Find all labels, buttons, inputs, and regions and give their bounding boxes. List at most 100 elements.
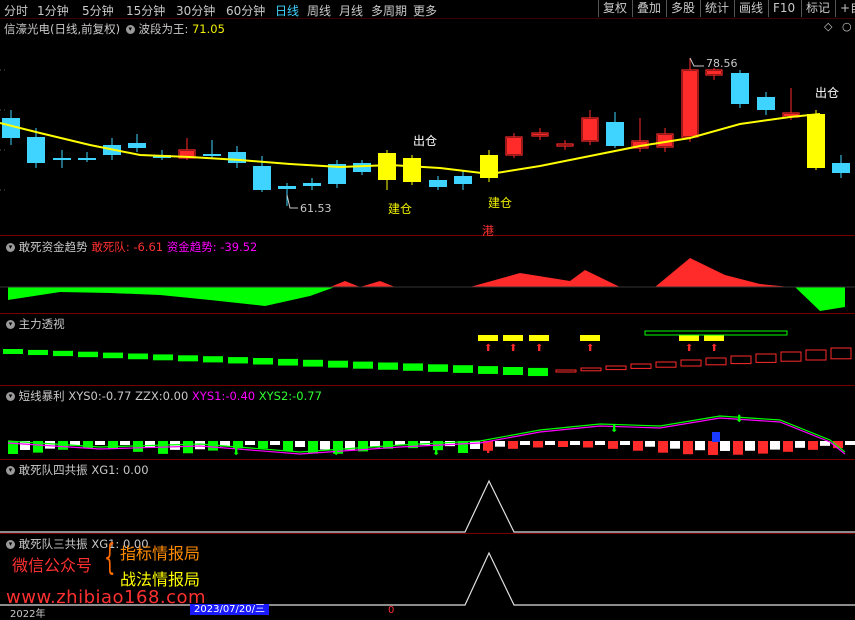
short-bar xyxy=(258,441,268,449)
short-bar xyxy=(520,441,530,445)
main-force-bar xyxy=(328,360,348,368)
candle-body xyxy=(253,166,271,190)
short-bar xyxy=(45,441,55,449)
candle-body xyxy=(807,114,825,168)
settings-circle-icon[interactable]: ▾ xyxy=(6,243,15,252)
candle-body-fill xyxy=(533,134,547,135)
four-title: 敢死队四共振 xyxy=(18,463,88,477)
short-bar xyxy=(733,441,743,455)
short-bar xyxy=(245,441,255,445)
hk-connect-label: 港 xyxy=(482,224,495,238)
settings-circle-icon[interactable]: ▾ xyxy=(125,25,135,34)
up-arrow-icon: ⬆ xyxy=(710,343,718,354)
xys0-label: XYS0: xyxy=(68,389,102,403)
xys2-value: -0.77 xyxy=(292,389,322,403)
short-bar xyxy=(458,441,468,453)
short-bar xyxy=(583,441,593,448)
main-force-bar xyxy=(53,350,73,357)
short-bar xyxy=(183,441,193,454)
short-bar xyxy=(120,441,130,446)
signal-build-label: 建仓 xyxy=(488,196,513,210)
short-bar xyxy=(495,441,505,447)
settings-circle-icon[interactable]: ▾ xyxy=(6,320,15,329)
settings-circle-icon[interactable]: ▾ xyxy=(6,466,15,475)
main-force-bar xyxy=(655,361,677,368)
down-arrow-icon: ⬇ xyxy=(332,447,340,458)
candle-body-fill xyxy=(683,71,697,136)
main-force-bar xyxy=(478,366,498,374)
main-force-bar xyxy=(805,349,827,361)
main-force-marker xyxy=(704,335,724,341)
main-force-title: 主力透视 xyxy=(18,317,65,331)
main-force-bar xyxy=(28,349,48,356)
main-force-bar xyxy=(153,354,173,361)
main-force-bar xyxy=(378,362,398,370)
fund-area-green xyxy=(795,287,845,311)
main-force-band xyxy=(644,330,788,336)
fund-area-green xyxy=(8,287,335,306)
fund-v2-label: 资金趋势 xyxy=(166,240,213,254)
short-bar xyxy=(745,441,755,451)
up-arrow-icon: ⬆ xyxy=(535,343,543,354)
signal-build-label: 建仓 xyxy=(388,202,413,216)
zzx-value: 0.00 xyxy=(162,389,189,403)
main-force-marker xyxy=(503,335,523,341)
up-arrow-icon: ⬆ xyxy=(484,343,492,354)
candle-body xyxy=(556,143,574,147)
main-force-bar xyxy=(78,351,98,358)
settings-circle-icon[interactable]: ▾ xyxy=(6,392,15,401)
cursor-date-box: 2023/07/20/三 xyxy=(190,604,270,615)
short-bar xyxy=(95,441,105,445)
up-arrow-icon: ⬆ xyxy=(586,343,594,354)
short-bar xyxy=(270,441,280,445)
main-force-bar xyxy=(630,363,652,369)
circle-icon[interactable]: ○ xyxy=(842,20,852,33)
short-bar xyxy=(695,441,705,451)
down-arrow-icon: ⬇ xyxy=(610,424,618,435)
short-bar xyxy=(620,441,630,445)
diamond-icon[interactable]: ◇ xyxy=(824,20,832,33)
down-arrow-icon: ⬇ xyxy=(232,447,240,458)
main-force-bar xyxy=(580,367,602,372)
main-force-bar xyxy=(830,347,852,360)
short-bar xyxy=(658,441,668,453)
settings-circle-icon[interactable]: ▾ xyxy=(6,540,15,549)
zzx-label: ZZX: xyxy=(135,389,163,403)
candle-body xyxy=(757,97,775,110)
main-force-bar xyxy=(228,357,248,364)
candle-body xyxy=(78,158,96,160)
candle-body xyxy=(303,183,321,186)
down-arrow-icon: ⬇ xyxy=(432,447,440,458)
down-arrow-icon: ⬇ xyxy=(735,414,743,425)
candle-body xyxy=(53,158,71,160)
candle-body-fill xyxy=(583,119,597,140)
main-force-marker xyxy=(529,335,549,341)
four-resonance-panel-title: ▾ 敢死队四共振 XG1: 0.00 xyxy=(4,462,149,478)
footer-value: 0 xyxy=(388,605,395,616)
short-bar xyxy=(720,441,730,451)
short-bar xyxy=(570,441,580,445)
short-bar xyxy=(533,441,543,448)
three-title: 敢死队三共振 xyxy=(18,537,88,551)
resonance-line-four xyxy=(0,479,855,533)
candle-body xyxy=(403,158,421,182)
low-pointer xyxy=(286,194,298,209)
main-force-marker xyxy=(679,335,699,341)
short-bar xyxy=(470,441,480,449)
short-bar xyxy=(608,441,618,449)
main-force-bar xyxy=(755,353,777,363)
main-force-bar xyxy=(555,369,577,373)
short-title: 短线暴利 xyxy=(18,389,65,403)
main-force-bar xyxy=(353,361,373,369)
main-force-bar xyxy=(203,356,223,363)
short-bar xyxy=(633,441,643,451)
main-force-bar xyxy=(253,358,273,365)
candle-body xyxy=(606,122,624,146)
short-bar xyxy=(783,441,793,452)
main-force-bar xyxy=(178,355,198,362)
main-force-bar xyxy=(128,353,148,360)
short-bar xyxy=(595,441,605,445)
main-force-bar xyxy=(278,358,298,366)
brace-icon: { xyxy=(104,537,116,578)
fund-area-red xyxy=(330,281,395,287)
